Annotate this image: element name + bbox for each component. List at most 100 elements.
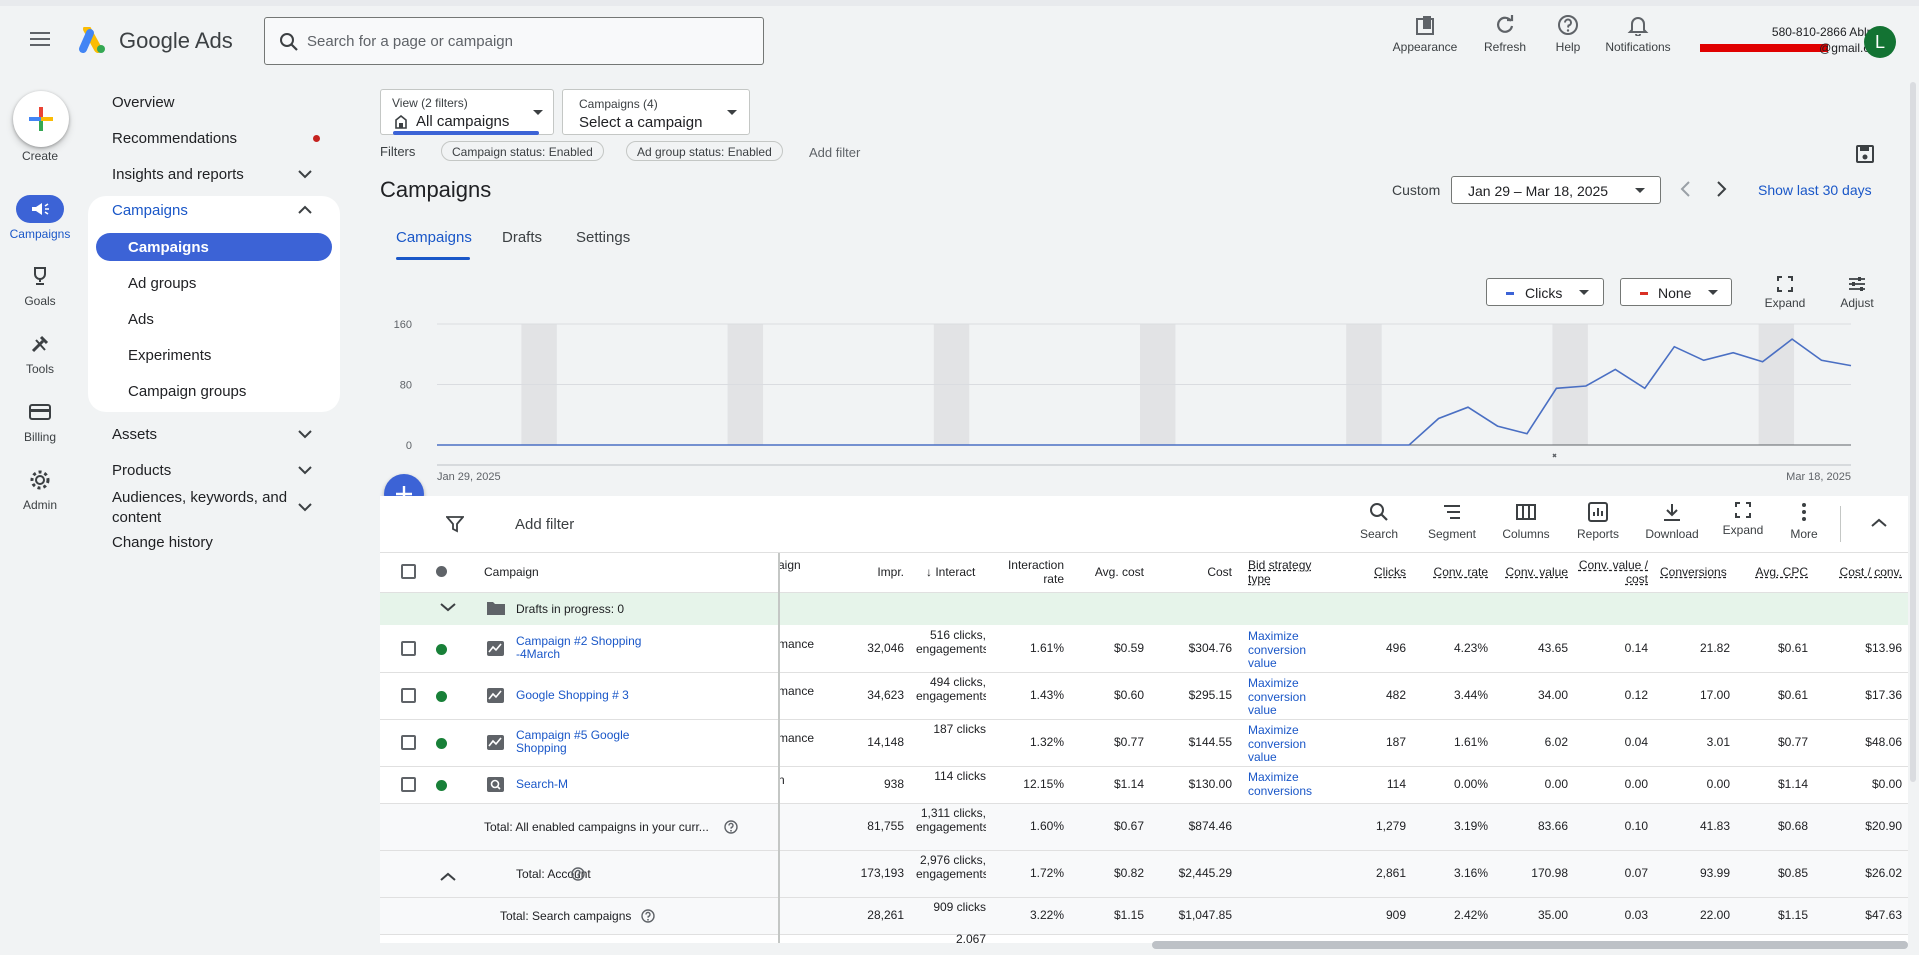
chevron-down-icon[interactable] bbox=[298, 502, 312, 512]
col-type-fragment[interactable]: aign bbox=[778, 558, 801, 572]
search-input[interactable]: Search for a page or campaign bbox=[264, 17, 764, 65]
view-filter-dropdown[interactable]: View (2 filters) All campaigns bbox=[380, 89, 554, 135]
col-conversions[interactable]: Conversions bbox=[1660, 565, 1730, 579]
nav-sub-campaign-groups[interactable]: Campaign groups bbox=[128, 383, 246, 400]
row-checkbox[interactable] bbox=[401, 777, 416, 792]
col-cost[interactable]: Cost bbox=[1156, 565, 1232, 579]
table-columns-button[interactable]: Columns bbox=[1498, 502, 1554, 541]
tab-campaigns[interactable]: Campaigns bbox=[396, 229, 472, 246]
rail-tools[interactable]: Tools bbox=[0, 330, 80, 376]
col-cost-conv[interactable]: Cost / conv. bbox=[1818, 565, 1902, 579]
nav-change-history[interactable]: Change history bbox=[112, 534, 213, 551]
nav-assets[interactable]: Assets bbox=[112, 426, 157, 443]
table-more-button[interactable]: More bbox=[1784, 502, 1824, 541]
rail-admin[interactable]: Admin bbox=[0, 466, 80, 512]
chevron-down-icon[interactable] bbox=[298, 169, 312, 179]
metric1-dropdown[interactable]: Clicks bbox=[1486, 278, 1604, 306]
tab-active-indicator bbox=[396, 257, 470, 260]
chevron-down-icon[interactable] bbox=[298, 429, 312, 439]
nav-sub-ad-groups[interactable]: Ad groups bbox=[128, 275, 196, 292]
chevron-left-icon[interactable] bbox=[1679, 180, 1691, 198]
chevron-right-icon[interactable] bbox=[1716, 180, 1728, 198]
chart-expand-button[interactable]: Expand bbox=[1761, 276, 1809, 310]
row-checkbox[interactable] bbox=[401, 735, 416, 750]
col-conv-value[interactable]: Conv. value bbox=[1496, 565, 1568, 579]
bid-strategy-link[interactable]: Maximize conversion value bbox=[1248, 676, 1328, 718]
campaign-name-link[interactable]: Search-M bbox=[516, 778, 656, 791]
bid-strategy-link[interactable]: Maximize conversion value bbox=[1248, 629, 1328, 671]
filter-chip-campaign-status[interactable]: Campaign status: Enabled bbox=[441, 141, 604, 161]
campaign-select-dropdown[interactable]: Campaigns (4) Select a campaign bbox=[562, 89, 750, 135]
metric2-dropdown[interactable]: None bbox=[1620, 278, 1732, 306]
campaign-type-icon bbox=[486, 734, 505, 751]
campaign-name-link[interactable]: Campaign #5 Google Shopping bbox=[516, 729, 656, 755]
nav-sub-experiments[interactable]: Experiments bbox=[128, 347, 211, 364]
chevron-down-icon[interactable] bbox=[440, 602, 456, 612]
filter-chip-ad-group-status[interactable]: Ad group status: Enabled bbox=[626, 141, 783, 161]
help-circle-icon[interactable] bbox=[641, 909, 655, 926]
help-circle-icon[interactable] bbox=[724, 820, 738, 837]
col-interaction-rate[interactable]: Interaction rate bbox=[996, 558, 1064, 586]
row-checkbox[interactable] bbox=[401, 688, 416, 703]
filter-icon[interactable] bbox=[446, 515, 464, 533]
col-clicks[interactable]: Clicks bbox=[1338, 565, 1406, 579]
nav-products[interactable]: Products bbox=[112, 462, 171, 479]
bid-strategy-link[interactable]: Maximize conversions bbox=[1248, 770, 1328, 798]
table-add-filter[interactable]: Add filter bbox=[515, 516, 574, 533]
col-avg-cost[interactable]: Avg. cost bbox=[1076, 565, 1144, 579]
col-interactions[interactable]: ↓ Interact bbox=[926, 565, 986, 579]
nav-audiences[interactable]: Audiences, keywords, and content bbox=[112, 488, 292, 528]
help-circle-icon[interactable] bbox=[571, 867, 585, 884]
table-download-button[interactable]: Download bbox=[1640, 502, 1704, 541]
campaign-select-caption: Campaigns (4) bbox=[579, 97, 658, 111]
nav-insights[interactable]: Insights and reports bbox=[112, 166, 244, 183]
nav-campaigns[interactable]: Campaigns bbox=[112, 202, 188, 219]
rail-goals[interactable]: Goals bbox=[0, 262, 80, 308]
vertical-scrollbar[interactable] bbox=[1910, 82, 1916, 782]
campaign-name-link[interactable]: Campaign #2 Shopping -4March bbox=[516, 635, 656, 661]
date-range-dropdown[interactable]: Jan 29 – Mar 18, 2025 bbox=[1451, 176, 1661, 204]
chart-adjust-button[interactable]: Adjust bbox=[1833, 276, 1881, 310]
notifications-button[interactable]: Notifications bbox=[1598, 14, 1678, 54]
tab-drafts[interactable]: Drafts bbox=[502, 229, 542, 246]
col-bid-strategy[interactable]: Bid strategy type bbox=[1248, 558, 1322, 586]
header-top-border bbox=[380, 552, 1908, 553]
select-all-checkbox[interactable] bbox=[401, 564, 416, 579]
row-checkbox[interactable] bbox=[401, 641, 416, 656]
avatar[interactable]: L bbox=[1864, 26, 1896, 58]
table-search-button[interactable]: Search bbox=[1354, 502, 1404, 541]
col-impr[interactable]: Impr. bbox=[836, 565, 904, 579]
nav-sub-ads[interactable]: Ads bbox=[128, 311, 154, 328]
menu-icon[interactable] bbox=[30, 31, 50, 50]
add-filter-link[interactable]: Add filter bbox=[809, 145, 860, 160]
campaign-name-link[interactable]: Google Shopping # 3 bbox=[516, 689, 656, 702]
table-reports-button[interactable]: Reports bbox=[1570, 502, 1626, 541]
nav-sub-campaigns[interactable]: Campaigns bbox=[128, 239, 209, 256]
collapse-up-icon[interactable] bbox=[1871, 518, 1887, 528]
col-conv-rate[interactable]: Conv. rate bbox=[1418, 565, 1488, 579]
cell-impr: 28,261 bbox=[867, 908, 904, 922]
bid-strategy-link[interactable]: Maximize conversion value bbox=[1248, 723, 1328, 765]
col-campaign[interactable]: Campaign bbox=[484, 565, 539, 579]
appearance-button[interactable]: Appearance bbox=[1390, 14, 1460, 54]
col-avg-cpc[interactable]: Avg. CPC bbox=[1738, 565, 1808, 579]
nav-overview[interactable]: Overview bbox=[112, 94, 175, 111]
chevron-up-icon[interactable] bbox=[298, 205, 312, 215]
rail-billing[interactable]: Billing bbox=[0, 398, 80, 444]
table-segment-button[interactable]: Segment bbox=[1424, 502, 1480, 541]
tab-settings[interactable]: Settings bbox=[576, 229, 630, 246]
table-expand-button[interactable]: Expand bbox=[1718, 502, 1768, 537]
col-conv-value-cost[interactable]: Conv. value / cost bbox=[1578, 558, 1648, 586]
refresh-button[interactable]: Refresh bbox=[1478, 14, 1532, 54]
nav-recommendations[interactable]: Recommendations bbox=[112, 130, 237, 147]
show-last-30-days-link[interactable]: Show last 30 days bbox=[1758, 182, 1872, 198]
google-ads-logo-icon[interactable] bbox=[76, 25, 108, 58]
create-button[interactable] bbox=[13, 91, 69, 147]
chevron-down-icon[interactable] bbox=[298, 465, 312, 475]
horizontal-scrollbar[interactable] bbox=[1152, 941, 1908, 949]
top-strip bbox=[0, 0, 1919, 6]
save-icon[interactable] bbox=[1856, 145, 1874, 163]
rail-campaigns[interactable]: Campaigns bbox=[0, 195, 80, 241]
help-button[interactable]: Help bbox=[1548, 14, 1588, 54]
chevron-up-icon[interactable] bbox=[440, 869, 456, 885]
